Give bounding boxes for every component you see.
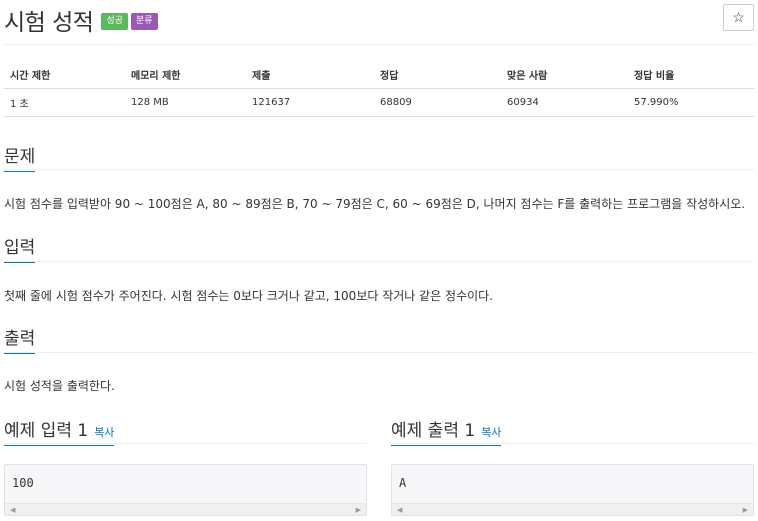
- sample-output-title: 예제 출력 1: [391, 421, 476, 441]
- sample-input-scrollbar[interactable]: ◀ ▶: [5, 503, 366, 515]
- sample-output-content: A: [399, 476, 407, 490]
- description-heading: 문제: [4, 142, 36, 172]
- time-limit-value: 1 초: [4, 88, 125, 117]
- header-memory-limit: 메모리 제한: [125, 62, 246, 89]
- scroll-right-icon[interactable]: ▶: [743, 505, 748, 515]
- sample-output-scrollbar[interactable]: ◀ ▶: [392, 503, 753, 515]
- accept-ratio-value: 57.990%: [628, 88, 754, 117]
- copy-sample-input-link[interactable]: 복사: [94, 426, 114, 439]
- sample-output-heading: 예제 출력 1 복사: [391, 416, 502, 446]
- copy-sample-output-link[interactable]: 복사: [481, 426, 501, 439]
- sample-input-title: 예제 입력 1: [4, 421, 89, 441]
- input-heading: 입력: [4, 233, 36, 263]
- header-submissions: 제출: [246, 62, 374, 89]
- output-divider: [4, 352, 754, 353]
- memory-limit-value: 128 MB: [125, 88, 246, 117]
- star-icon: ☆: [732, 9, 745, 25]
- status-badge-success[interactable]: 성공: [101, 12, 129, 30]
- description-divider: [4, 169, 754, 170]
- header-solved-users: 맞은 사람: [501, 62, 628, 89]
- table-header-row: 시간 제한 메모리 제한 제출 정답 맞은 사람 정답 비율: [4, 62, 754, 89]
- output-text: 시험 성적을 출력한다.: [4, 379, 115, 393]
- sample-input-heading: 예제 입력 1 복사: [4, 416, 115, 446]
- problem-info-table: 시간 제한 메모리 제한 제출 정답 맞은 사람 정답 비율 1 초 128 M…: [4, 62, 754, 117]
- description-text: 시험 점수를 입력받아 90 ~ 100점은 A, 80 ~ 89점은 B, 7…: [4, 197, 746, 211]
- solved-users-value: 60934: [501, 88, 628, 117]
- page-title: 시험 성적: [4, 10, 94, 36]
- header-time-limit: 시간 제한: [4, 62, 125, 89]
- accepted-value: 68809: [374, 88, 501, 117]
- scroll-left-icon[interactable]: ◀: [10, 505, 15, 515]
- scroll-left-icon[interactable]: ◀: [397, 505, 402, 515]
- sample-input-divider: [4, 443, 367, 444]
- sample-input-content: 100: [12, 476, 34, 490]
- scroll-right-icon[interactable]: ▶: [356, 505, 361, 515]
- sample-output-divider: [391, 443, 754, 444]
- sample-output-box[interactable]: A ◀ ▶: [391, 464, 754, 516]
- title-divider: [4, 44, 754, 45]
- output-heading: 출력: [4, 324, 36, 354]
- star-button[interactable]: ☆: [723, 4, 754, 31]
- sample-input-box[interactable]: 100 ◀ ▶: [4, 464, 367, 516]
- header-accept-ratio: 정답 비율: [628, 62, 754, 89]
- title-row: 시험 성적 성공 분류: [4, 4, 158, 36]
- input-divider: [4, 261, 754, 262]
- status-badge-category[interactable]: 분류: [131, 12, 158, 30]
- table-row: 1 초 128 MB 121637 68809 60934 57.990%: [4, 88, 754, 117]
- submissions-value: 121637: [246, 88, 374, 117]
- input-text: 첫째 줄에 시험 점수가 주어진다. 시험 점수는 0보다 크거나 같고, 10…: [4, 289, 494, 303]
- header-accepted: 정답: [374, 62, 501, 89]
